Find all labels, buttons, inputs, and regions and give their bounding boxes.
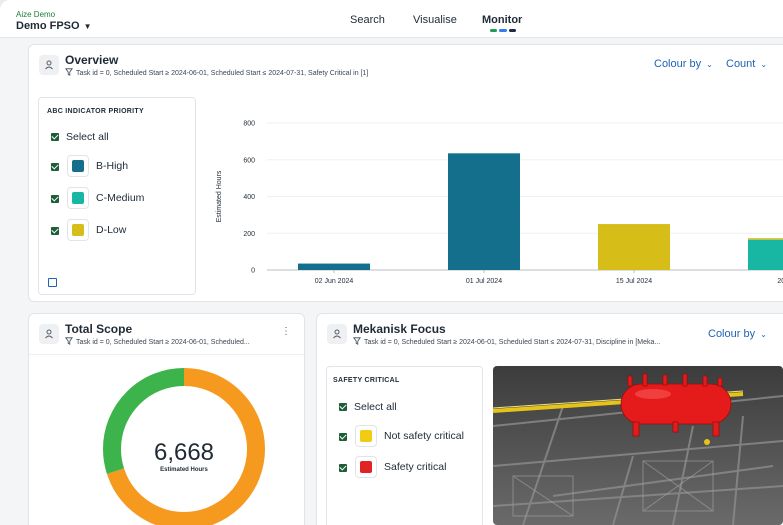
b-high-checkbox[interactable] xyxy=(51,163,59,171)
caret-down-icon: ▼ xyxy=(83,22,92,31)
y-tick-label: 200 xyxy=(243,231,255,238)
safety-critical-swatch[interactable] xyxy=(355,456,377,478)
mekanisk-filter: Task id = 0, Scheduled Start ≥ 2024-06-0… xyxy=(353,337,708,346)
bar xyxy=(448,153,520,270)
safety-legend: SAFETY CRITICAL Select all Not safety cr… xyxy=(326,366,483,525)
3d-model-viewport[interactable] xyxy=(493,366,783,525)
x-tick-label: 20 J xyxy=(777,278,783,285)
c-medium-swatch[interactable] xyxy=(67,187,89,209)
select-all-checkbox[interactable] xyxy=(339,403,347,411)
b-high-swatch[interactable] xyxy=(67,155,89,177)
overview-filter: Task id = 0, Scheduled Start ≥ 2024-06-0… xyxy=(65,68,465,77)
select-all-label: Select all xyxy=(66,131,109,143)
y-tick-label: 0 xyxy=(251,268,255,275)
color-swatch xyxy=(360,461,372,473)
total-scope-filter: Task id = 0, Scheduled Start ≥ 2024-06-0… xyxy=(65,337,280,346)
c-medium-checkbox[interactable] xyxy=(51,195,59,203)
chevron-down-icon: ⌄ xyxy=(760,330,767,339)
more-options-icon[interactable]: ⋮ xyxy=(281,326,291,337)
vessel-model-image xyxy=(493,373,783,525)
c-medium-label: C-Medium xyxy=(96,192,145,204)
color-swatch xyxy=(72,160,84,172)
nav-monitor[interactable]: Monitor xyxy=(482,14,522,26)
x-tick-label: 01 Jul 2024 xyxy=(466,278,502,285)
filter-icon xyxy=(65,68,73,76)
count-label: Count xyxy=(726,58,756,70)
colour-by-dropdown[interactable]: Colour by ⌄ xyxy=(654,58,713,70)
bar xyxy=(598,224,670,270)
filter-icon xyxy=(65,337,73,345)
d-low-checkbox[interactable] xyxy=(51,227,59,235)
indicator-segment xyxy=(490,29,498,32)
person-icon xyxy=(39,55,59,75)
person-icon xyxy=(327,324,347,344)
y-tick-label: 600 xyxy=(243,157,255,164)
donut-center: 6,668 Estimated Hours xyxy=(134,439,234,473)
colour-by-label: Colour by xyxy=(654,58,702,70)
top-bar: Aize Demo Demo FPSO ▼ Search Visualise Mo… xyxy=(0,0,783,38)
site-selector[interactable]: Demo FPSO ▼ xyxy=(16,20,92,32)
app-window: Aize Demo Demo FPSO ▼ Search Visualise Mo… xyxy=(0,0,783,525)
total-scope-filter-text: Task id = 0, Scheduled Start ≥ 2024-06-0… xyxy=(76,339,250,346)
indicator-segment xyxy=(508,29,516,32)
b-high-label: B-High xyxy=(96,160,129,172)
select-all-checkbox[interactable] xyxy=(51,133,59,141)
legend-title: SAFETY CRITICAL xyxy=(333,377,400,384)
colour-by-label: Colour by xyxy=(708,328,756,340)
total-value: 6,668 xyxy=(153,439,215,466)
person-icon xyxy=(39,324,59,344)
nav-visualise[interactable]: Visualise xyxy=(413,14,457,26)
site-name: Demo FPSO xyxy=(16,20,80,32)
select-all-label: Select all xyxy=(354,401,397,413)
y-tick-label: 800 xyxy=(243,121,255,128)
not-safety-critical-label: Not safety critical xyxy=(384,430,464,442)
color-swatch xyxy=(72,224,84,236)
bar-chart: Estimated Hours 0 200 400 600 800 02 Jun 2024 0… xyxy=(216,121,783,285)
mekanisk-title: Mekanisk Focus xyxy=(353,322,446,336)
not-safety-critical-swatch[interactable] xyxy=(355,425,377,447)
overview-card: Overview Task id = 0, Scheduled Start ≥ … xyxy=(28,44,783,302)
colour-by-dropdown[interactable]: Colour by ⌄ xyxy=(708,328,767,340)
nav-active-indicator xyxy=(490,29,516,32)
nav-search[interactable]: Search xyxy=(350,14,385,26)
bar xyxy=(298,263,370,270)
overview-filter-text: Task id = 0, Scheduled Start ≥ 2024-06-0… xyxy=(76,70,369,77)
y-tick-label: 400 xyxy=(243,194,255,201)
expand-icon[interactable] xyxy=(48,278,57,287)
overview-title: Overview xyxy=(65,53,119,67)
color-swatch xyxy=(360,430,372,442)
total-scope-card: Total Scope Task id = 0, Scheduled Start… xyxy=(28,313,305,525)
safety-critical-checkbox[interactable] xyxy=(339,464,347,472)
filter-icon xyxy=(353,337,361,345)
safety-critical-label: Safety critical xyxy=(384,461,447,473)
bar xyxy=(748,238,783,240)
indicator-segment xyxy=(499,29,507,32)
org-name: Aize Demo xyxy=(16,10,56,19)
x-tick-label: 02 Jun 2024 xyxy=(315,278,354,285)
x-tick-label: 15 Jul 2024 xyxy=(616,278,652,285)
count-dropdown[interactable]: Count ⌄ xyxy=(726,58,767,70)
total-scope-title: Total Scope xyxy=(65,322,133,336)
mekanisk-filter-text: Task id = 0, Scheduled Start ≥ 2024-06-0… xyxy=(364,339,661,346)
not-safety-critical-checkbox[interactable] xyxy=(339,433,347,441)
d-low-swatch[interactable] xyxy=(67,219,89,241)
total-value-label: Estimated Hours xyxy=(160,467,208,473)
chevron-down-icon: ⌄ xyxy=(706,60,713,69)
y-axis-label: Estimated Hours xyxy=(216,170,223,222)
d-low-label: D-Low xyxy=(96,224,127,236)
color-swatch xyxy=(72,192,84,204)
priority-legend: ABC INDICATOR PRIORITY Select all B-High… xyxy=(38,97,196,295)
bar xyxy=(748,239,783,270)
legend-title: ABC INDICATOR PRIORITY xyxy=(47,108,144,115)
chevron-down-icon: ⌄ xyxy=(760,60,768,69)
